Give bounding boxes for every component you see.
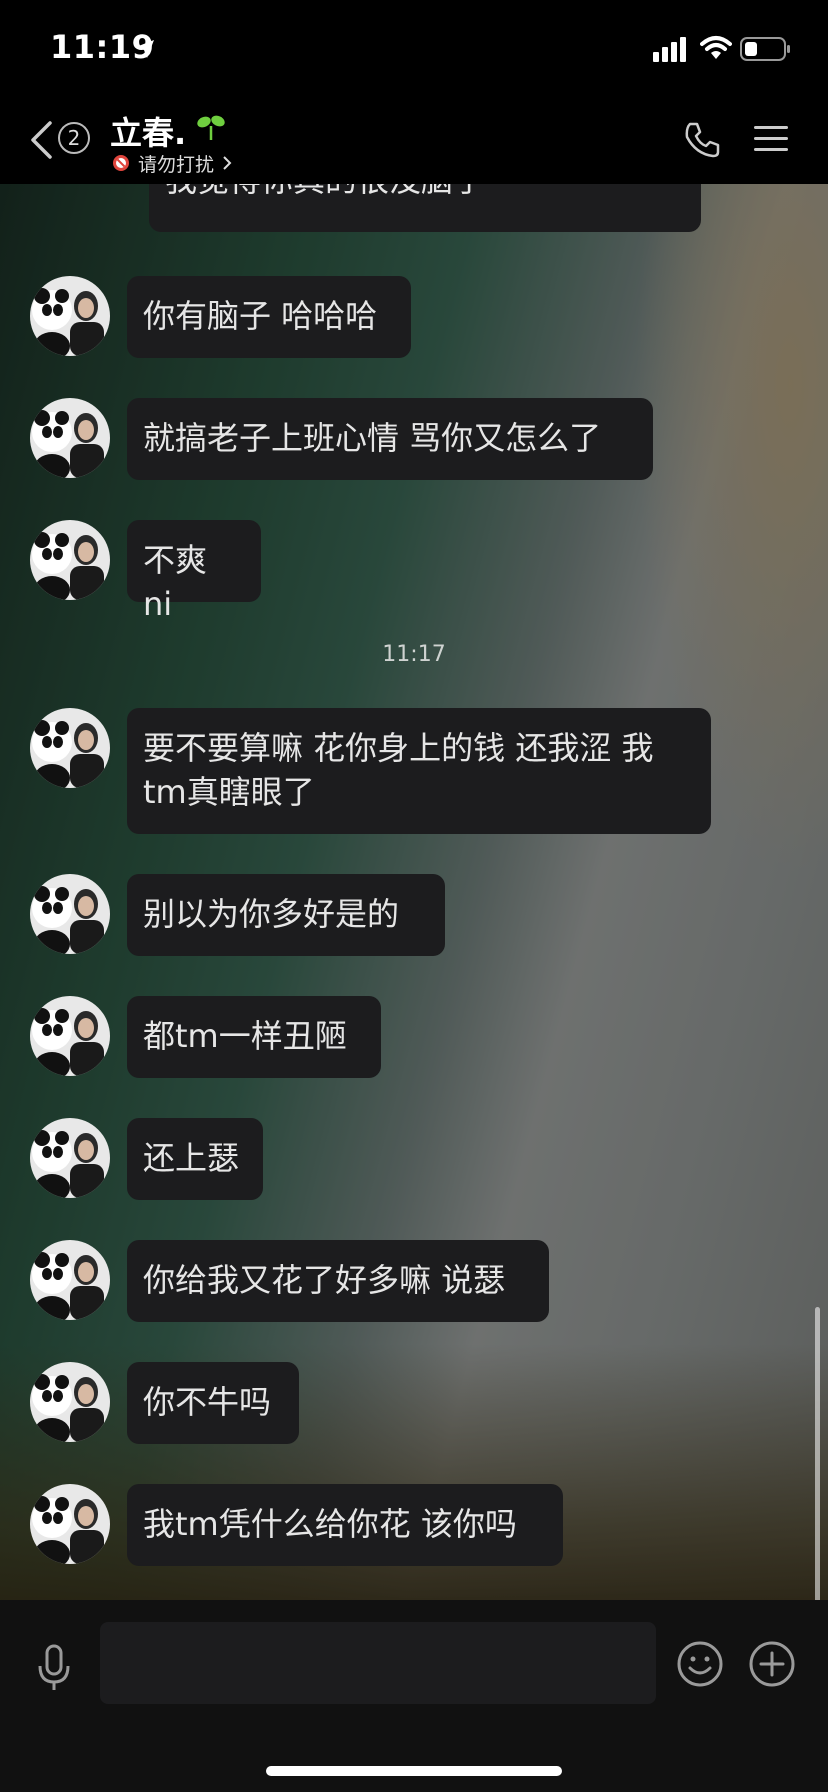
signal-icon	[653, 37, 686, 62]
input-bar	[0, 1600, 828, 1792]
message-bubble[interactable]: 你不牛吗	[127, 1362, 299, 1444]
chat-message-list[interactable]: 我觉得你真的很没脑子 你有脑子 哈哈哈 就搞老子上班心情 骂你又怎么了 不爽 n…	[0, 184, 828, 1600]
do-not-disturb-icon	[113, 155, 129, 171]
location-arrow-icon	[136, 40, 154, 58]
message-bubble[interactable]: 不爽 ni	[127, 520, 261, 623]
message-bubble[interactable]: 你给我又花了好多嘛 说瑟	[127, 1240, 549, 1322]
sprout-icon	[197, 115, 225, 140]
avatar[interactable]	[30, 708, 110, 788]
message-bubble[interactable]: 你有脑子 哈哈哈	[127, 276, 411, 358]
chat-header: 2 立春. 请勿打扰	[0, 100, 828, 184]
microphone-icon[interactable]	[36, 1644, 72, 1692]
status-text: 请勿打扰	[138, 153, 215, 176]
chevron-right-icon	[223, 156, 232, 170]
avatar[interactable]	[30, 1484, 110, 1564]
scrollbar[interactable]	[815, 1307, 820, 1600]
phone-icon[interactable]	[682, 120, 722, 160]
avatar[interactable]	[30, 1240, 110, 1320]
avatar[interactable]	[30, 1118, 110, 1198]
back-chevron-icon[interactable]	[28, 120, 54, 160]
message-bubble[interactable]: 我tm凭什么给你花 该你吗	[127, 1484, 563, 1566]
message-input[interactable]	[100, 1622, 656, 1704]
avatar[interactable]	[30, 996, 110, 1076]
message-bubble-partial[interactable]: 我觉得你真的很没脑子	[149, 184, 701, 232]
message-bubble[interactable]: 还上瑟	[127, 1118, 263, 1200]
message-bubble[interactable]: 别以为你多好是的	[127, 874, 445, 956]
status-bar: 11:19	[0, 0, 828, 100]
avatar[interactable]	[30, 276, 110, 356]
home-indicator[interactable]	[266, 1766, 562, 1776]
message-bubble[interactable]: 就搞老子上班心情 骂你又怎么了	[127, 398, 653, 480]
unread-count-badge[interactable]: 2	[58, 122, 90, 154]
avatar[interactable]	[30, 874, 110, 954]
emoji-icon[interactable]	[676, 1640, 724, 1688]
message-bubble[interactable]: 都tm一样丑陋	[127, 996, 381, 1078]
plus-icon[interactable]	[748, 1640, 796, 1688]
menu-icon[interactable]	[754, 124, 788, 154]
time-divider: 11:17	[382, 642, 446, 667]
avatar[interactable]	[30, 1362, 110, 1442]
contact-name[interactable]: 立春.	[110, 108, 186, 154]
avatar[interactable]	[30, 398, 110, 478]
message-bubble[interactable]: 要不要算嘛 花你身上的钱 还我涩 我tm真瞎眼了	[127, 708, 711, 834]
avatar[interactable]	[30, 520, 110, 600]
battery-icon	[740, 37, 790, 61]
status-row[interactable]: 请勿打扰	[112, 150, 232, 176]
wifi-icon	[700, 36, 732, 59]
